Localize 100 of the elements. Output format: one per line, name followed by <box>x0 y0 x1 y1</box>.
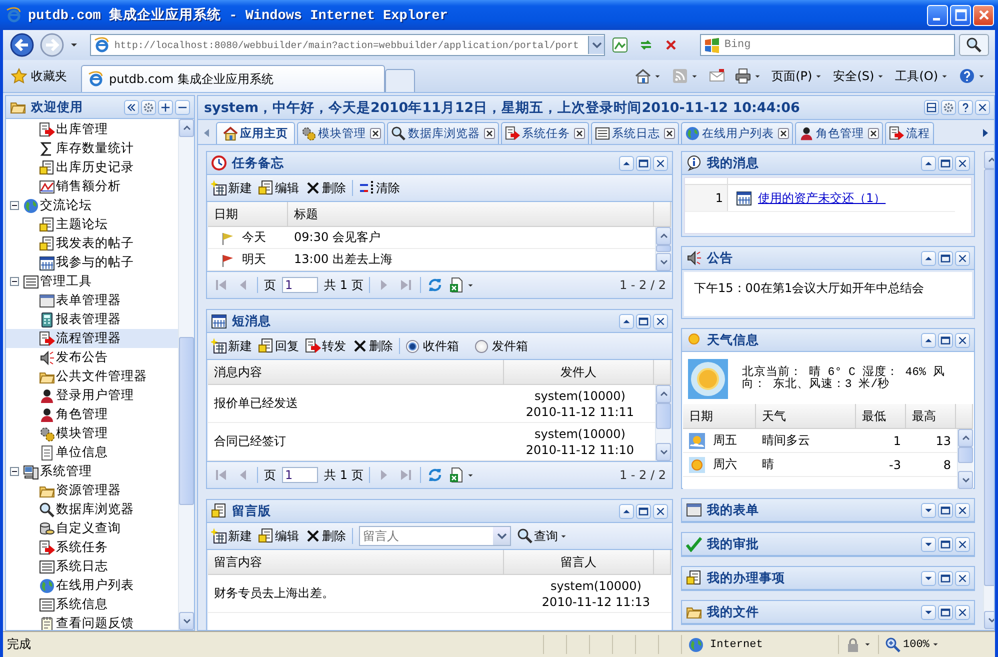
combo-field[interactable]: 留言人 <box>359 526 511 546</box>
document-hand-icon[interactable] <box>258 338 274 354</box>
tab[interactable]: 应用主页 <box>216 122 295 144</box>
tab[interactable]: 系统日志 <box>591 122 679 144</box>
column-header[interactable]: 标题 <box>288 202 654 226</box>
search-icon[interactable] <box>391 126 406 141</box>
toolbar-button[interactable]: 编辑 <box>258 528 299 544</box>
tree-item[interactable]: 数据库浏览器 <box>6 500 178 519</box>
column-header[interactable]: 天气 <box>756 404 856 428</box>
close-tab-button[interactable] <box>574 128 585 139</box>
new-icon[interactable] <box>211 528 227 544</box>
toolbar-button[interactable]: 删除 <box>352 338 393 354</box>
toolbar-button[interactable]: 转发 <box>305 338 346 354</box>
document-arrow-icon[interactable] <box>889 126 904 141</box>
toolbar-button[interactable]: 新建 <box>211 528 252 544</box>
document-arrow-icon[interactable] <box>305 338 321 354</box>
tree-item[interactable]: 模块管理 <box>6 424 178 443</box>
tree-item[interactable]: 我参与的帖子 <box>6 253 178 272</box>
toolbar-button[interactable]: 编辑 <box>258 180 299 196</box>
collapse-toggle[interactable] <box>10 201 19 210</box>
menu-button[interactable]: 工具(O) <box>892 64 952 88</box>
radio-button[interactable]: 收件箱 <box>406 338 459 354</box>
tree-item[interactable]: 出库历史记录 <box>6 158 178 177</box>
tab[interactable]: 角色管理 <box>795 122 883 144</box>
zoom-button[interactable]: 100% <box>878 635 946 654</box>
column-header[interactable]: 日期 <box>208 202 288 226</box>
column-header[interactable]: 留言内容 <box>208 550 504 574</box>
tree-item[interactable]: 系统信息 <box>6 595 178 614</box>
document-hand-icon[interactable] <box>258 180 274 196</box>
clear-icon[interactable] <box>359 180 375 196</box>
tree-item[interactable]: 查看问题反馈 <box>6 614 178 630</box>
toolbar-button[interactable]: 清除 <box>359 180 400 196</box>
export-button[interactable] <box>449 277 476 293</box>
globe-icon[interactable] <box>685 126 700 141</box>
toolbar-button[interactable]: 删除 <box>305 180 346 196</box>
tree-item[interactable]: 公共文件管理器 <box>6 367 178 386</box>
refresh-button[interactable] <box>427 467 444 483</box>
tree-item[interactable]: 销售额分析 <box>6 177 178 196</box>
search-button[interactable] <box>959 34 989 56</box>
column-header[interactable]: 发件人 <box>504 360 654 384</box>
tab-label[interactable]: 流程 <box>906 126 930 141</box>
tree-item[interactable]: 报表管理器 <box>6 310 178 329</box>
export-button[interactable] <box>449 467 476 483</box>
tree-node[interactable]: 交流论坛 <box>6 196 178 215</box>
tree-item[interactable]: 库存数量统计 <box>6 139 178 158</box>
tree-node[interactable]: 管理工具 <box>6 272 178 291</box>
tree-item[interactable]: 我发表的帖子 <box>6 234 178 253</box>
person-icon[interactable] <box>799 126 814 141</box>
message-link[interactable]: 使用的资产未交还（1） <box>758 190 886 206</box>
tab-label[interactable]: 系统任务 <box>522 126 570 141</box>
tree-item[interactable]: 系统任务 <box>6 538 178 557</box>
tree-node[interactable]: 系统管理 <box>6 462 178 481</box>
close-tab-button[interactable] <box>370 128 381 139</box>
tree-item[interactable]: 登录用户管理 <box>6 386 178 405</box>
collapse-toggle[interactable] <box>10 467 19 476</box>
toolbar-button[interactable]: 新建 <box>211 338 252 354</box>
tree-item[interactable]: 自定义查询 <box>6 519 178 538</box>
search-box[interactable]: Bing <box>700 34 956 56</box>
tab[interactable]: 在线用户列表 <box>681 122 793 144</box>
refresh-button[interactable] <box>427 277 444 293</box>
tree-item[interactable]: 出库管理 <box>6 120 178 139</box>
toolbar-button[interactable]: 删除 <box>305 528 346 544</box>
tree-item[interactable]: 在线用户列表 <box>6 576 178 595</box>
column-header[interactable]: 留言人 <box>504 550 654 574</box>
toolbar-button[interactable]: 新建 <box>211 180 252 196</box>
close-tab-button[interactable] <box>484 128 495 139</box>
search-icon[interactable] <box>517 528 533 544</box>
tab-label[interactable]: 应用主页 <box>240 126 288 141</box>
delete-icon[interactable] <box>352 338 368 354</box>
tab-label[interactable]: 模块管理 <box>318 126 366 141</box>
delete-icon[interactable] <box>305 180 321 196</box>
home-icon[interactable] <box>634 68 651 84</box>
list-icon[interactable] <box>595 126 610 141</box>
printer-icon[interactable] <box>734 68 751 84</box>
page-number-field[interactable]: 1 <box>282 277 318 293</box>
tab[interactable]: 系统任务 <box>501 122 589 144</box>
house-icon[interactable] <box>223 126 238 141</box>
document-arrow-icon[interactable] <box>505 126 520 141</box>
toolbar-button[interactable]: 回复 <box>258 338 299 354</box>
close-tab-button[interactable] <box>664 128 675 139</box>
tab[interactable]: 模块管理 <box>297 122 385 144</box>
tab-label[interactable]: 在线用户列表 <box>702 126 774 141</box>
zoom-icon[interactable] <box>885 636 901 652</box>
address-bar[interactable]: http://localhost:8080/webbuilder/main?action=webbuilder/application/portal/port <box>90 34 606 56</box>
tab[interactable]: 流程 <box>885 122 934 144</box>
tab-label[interactable]: 系统日志 <box>612 126 660 141</box>
page-number-field[interactable]: 1 <box>282 467 318 483</box>
mail-icon[interactable] <box>708 68 725 84</box>
tab-label[interactable]: 数据库浏览器 <box>408 126 480 141</box>
delete-icon[interactable] <box>305 528 321 544</box>
spreadsheet-icon[interactable] <box>449 277 466 293</box>
tree-item[interactable]: 资源管理器 <box>6 481 178 500</box>
star-icon[interactable] <box>11 68 27 84</box>
column-header[interactable]: 最低 <box>856 404 906 428</box>
tree-item[interactable]: 主题论坛 <box>6 215 178 234</box>
tab[interactable]: 数据库浏览器 <box>387 122 499 144</box>
menu-button[interactable]: 安全(S) <box>830 64 888 88</box>
menu-button[interactable]: 页面(P) <box>768 64 826 88</box>
tree-item[interactable]: 单位信息 <box>6 443 178 462</box>
tab-label[interactable]: 角色管理 <box>816 126 864 141</box>
